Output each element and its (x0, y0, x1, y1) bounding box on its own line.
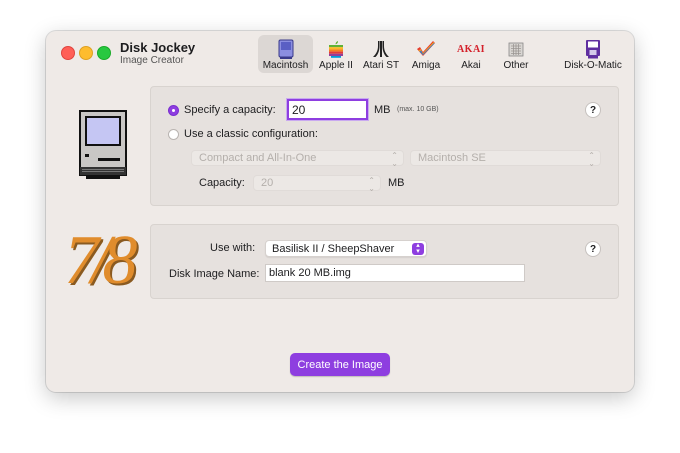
use-with-label: Use with: (210, 242, 256, 254)
classic-macintosh-icon (78, 110, 128, 180)
classic-capacity-unit: MB (388, 177, 405, 189)
tab-other[interactable]: Other (496, 35, 536, 73)
classic-capacity-value: 20 (261, 177, 274, 189)
classic-configuration-radio[interactable] (168, 129, 179, 140)
use-with-value: Basilisk II / SheepShaver (272, 242, 395, 255)
classic-category-select[interactable]: Compact and All-In-One ⌃ ⌄ (191, 150, 404, 168)
tab-label-atari-st: Atari ST (362, 60, 400, 71)
capacity-input[interactable]: 20 (287, 99, 368, 120)
chevron-updown-icon: ⌃ ⌄ (368, 176, 375, 193)
tab-amiga[interactable]: Amiga (407, 35, 445, 73)
classic-configuration-label: Use a classic configuration: (184, 128, 318, 140)
amiga-checkmark-icon (416, 39, 436, 59)
classic-model-select[interactable]: Macintosh SE ⌃ ⌄ (410, 150, 601, 168)
tab-label-apple-ii: Apple II (319, 60, 353, 71)
tab-akai[interactable]: AKAI Akai (451, 35, 491, 73)
tab-apple-ii[interactable]: Apple II (316, 35, 356, 73)
generic-disk-icon (508, 39, 524, 59)
emulator-panel: Use with: Basilisk II / SheepShaver ▴ ▾ ?… (150, 224, 619, 299)
disk-image-name-field[interactable]: blank 20 MB.img (265, 264, 525, 282)
classic-capacity-label: Capacity: (199, 177, 245, 189)
capacity-panel: Specify a capacity: 20 MB (max. 10 GB) ?… (150, 86, 619, 206)
tab-label-other: Other (503, 60, 529, 71)
classic-capacity-select[interactable]: 20 ⌃ ⌄ (253, 175, 381, 193)
max-capacity-note: (max. 10 GB) (397, 106, 439, 113)
classic-category-value: Compact and All-In-One (199, 152, 317, 164)
tab-label-amiga: Amiga (411, 60, 441, 71)
tab-atari-st[interactable]: Atari ST (359, 35, 403, 73)
tab-label-akai: Akai (461, 60, 481, 71)
use-with-select[interactable]: Basilisk II / SheepShaver ▴ ▾ (265, 240, 427, 257)
specify-capacity-radio[interactable] (168, 105, 179, 116)
apple-logo-icon (328, 39, 344, 59)
tab-disk-o-matic[interactable]: Disk-O-Matic (562, 35, 624, 73)
atari-logo-icon (372, 39, 390, 59)
chevron-updown-icon: ⌃ ⌄ (391, 151, 398, 168)
specify-capacity-label: Specify a capacity: (184, 104, 276, 116)
tab-macintosh[interactable]: Macintosh (258, 35, 313, 73)
emulator-7-8-logo-icon: 7/8 (64, 222, 137, 299)
capacity-unit: MB (374, 104, 391, 116)
akai-logo-icon: AKAI (456, 43, 486, 55)
emulator-help-button[interactable]: ? (585, 241, 601, 257)
chevron-updown-icon: ⌃ ⌄ (588, 151, 595, 168)
platform-tabs: Macintosh Apple II Atari ST Amiga AKAI A… (46, 35, 634, 75)
tab-label-disk-o-matic: Disk-O-Matic (564, 60, 622, 71)
classic-model-value: Macintosh SE (418, 152, 486, 164)
tab-label-macintosh: Macintosh (262, 60, 309, 71)
disk-image-name-label: Disk Image Name: (169, 268, 260, 280)
create-image-button[interactable]: Create the Image (290, 353, 390, 376)
macintosh-icon (277, 39, 295, 59)
capacity-help-button[interactable]: ? (585, 102, 601, 118)
disk-jockey-window: Disk Jockey Image Creator Macintosh Appl… (46, 31, 634, 392)
disk-o-matic-icon (584, 39, 602, 59)
chevron-updown-icon: ▴ ▾ (412, 242, 424, 255)
